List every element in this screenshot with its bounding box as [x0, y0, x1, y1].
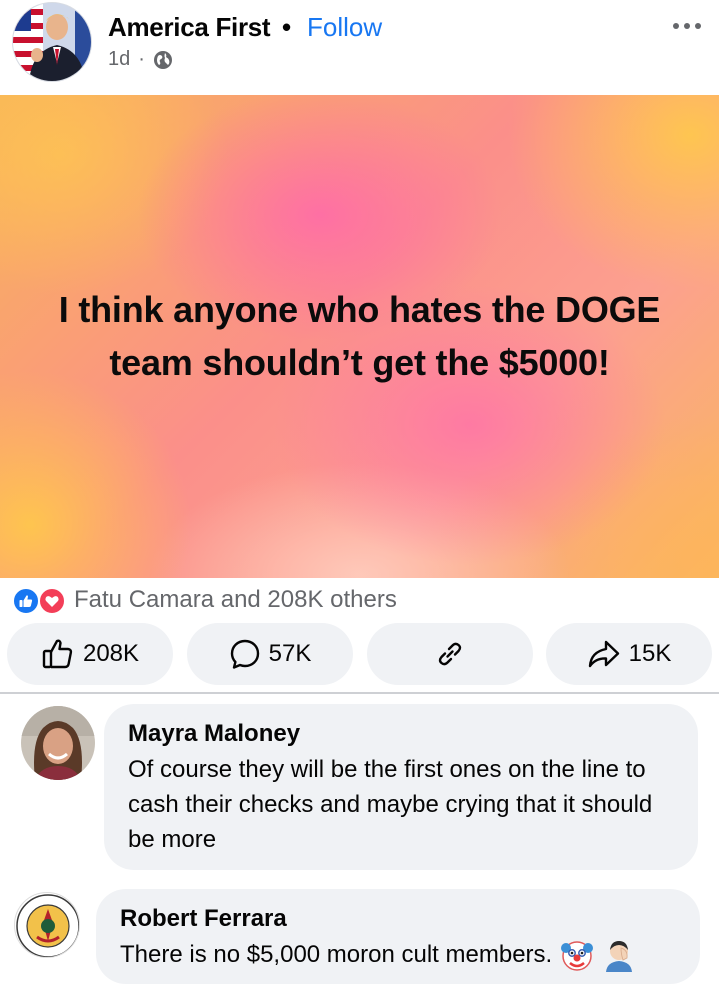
link-icon	[434, 638, 466, 670]
comment-avatar[interactable]	[21, 706, 95, 780]
thumbs-up-icon	[41, 637, 75, 671]
comment-bubble: Mayra Maloney Of course they will be the…	[104, 704, 698, 870]
comment-button[interactable]: 57K	[187, 623, 353, 685]
reactions-text: Fatu Camara and 208K others	[74, 586, 397, 613]
reactions-summary[interactable]: Fatu Camara and 208K others	[12, 585, 397, 615]
share-count: 15K	[628, 640, 672, 667]
copy-link-button[interactable]	[367, 623, 533, 685]
comment-author[interactable]: Mayra Maloney	[128, 720, 674, 748]
post-time[interactable]: 1d	[108, 48, 130, 71]
comment-author[interactable]: Robert Ferrara	[120, 905, 676, 933]
post-actions: 208K 57K 15K	[0, 623, 719, 685]
share-button[interactable]: 15K	[546, 623, 712, 685]
section-divider	[0, 692, 719, 694]
post-text-banner[interactable]: I think anyone who hates the DOGE team s…	[0, 95, 719, 578]
like-count: 208K	[82, 640, 140, 667]
like-button[interactable]: 208K	[7, 623, 173, 685]
page-name[interactable]: America First	[108, 12, 271, 43]
comment-avatar[interactable]	[14, 892, 80, 958]
comment-text: There is no $5,000 moron cult members.	[120, 941, 553, 968]
name-separator: •	[282, 12, 292, 42]
comment-bubble: Robert Ferrara There is no $5,000 moron …	[96, 889, 700, 984]
post-header: America First • Follow 1d ·	[0, 0, 719, 95]
love-reaction-icon	[38, 587, 66, 615]
globe-icon	[153, 50, 173, 70]
comment-count: 57K	[268, 640, 312, 667]
comment-body: There is no $5,000 moron cult members.	[120, 937, 676, 972]
more-dots-icon[interactable]	[671, 10, 703, 42]
reaction-icons	[12, 585, 70, 615]
comment-text: Of course they will be the first ones on…	[128, 756, 653, 853]
share-arrow-icon	[587, 639, 621, 669]
comment-bubble-icon	[229, 638, 261, 670]
banner-text: I think anyone who hates the DOGE team s…	[58, 289, 661, 383]
page-avatar[interactable]	[12, 2, 92, 82]
meta-separator: ·	[138, 48, 145, 70]
facepalm-emoji	[602, 938, 636, 972]
post-meta: 1d ·	[108, 48, 173, 71]
follow-button[interactable]: Follow	[307, 12, 382, 43]
clown-face-emoji	[560, 938, 594, 972]
like-reaction-icon	[12, 587, 40, 615]
